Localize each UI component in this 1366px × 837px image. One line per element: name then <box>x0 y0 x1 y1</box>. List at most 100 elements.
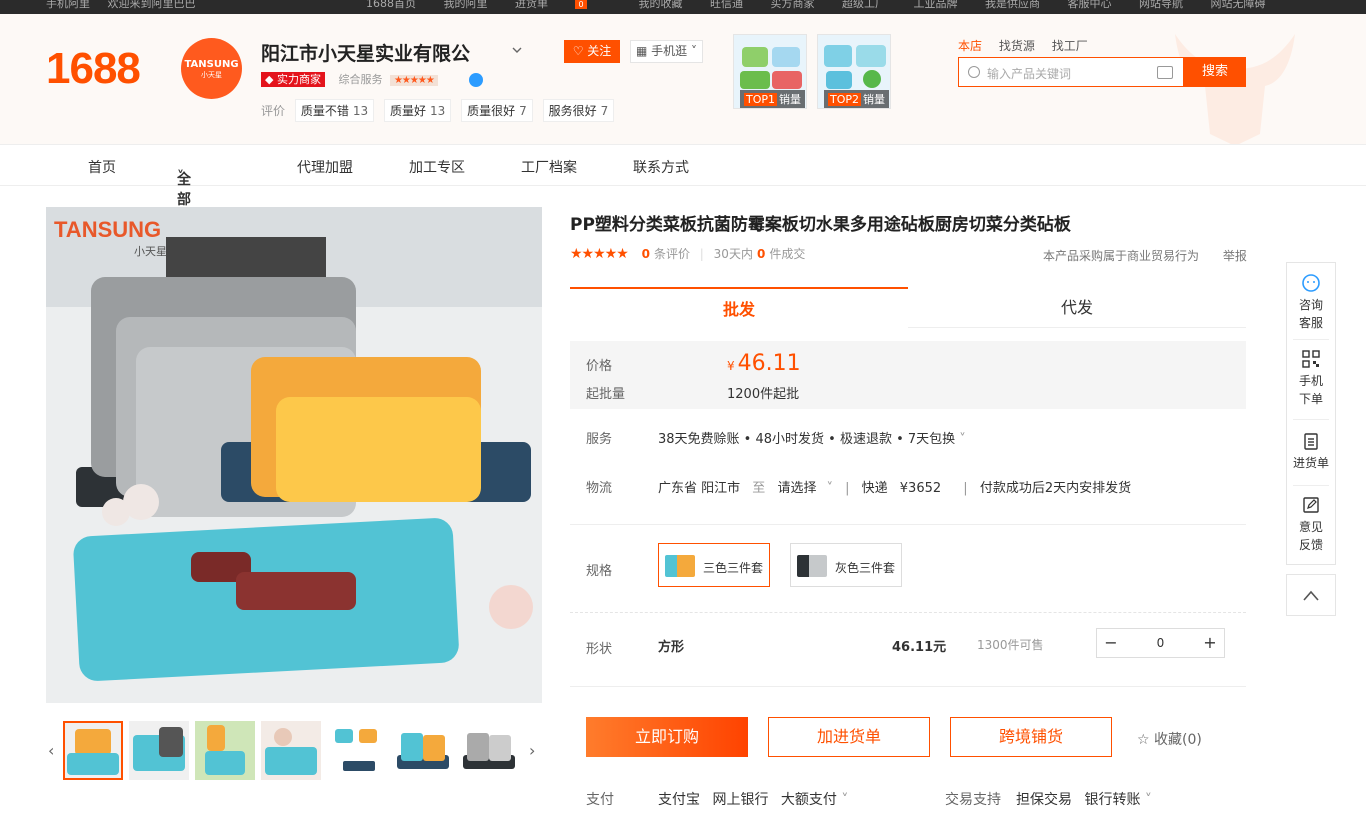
sidebar-cart[interactable]: 进货单 <box>1287 431 1335 472</box>
decrement-button[interactable]: − <box>1097 629 1125 657</box>
top-text: 销量 <box>779 93 802 106</box>
thumbnail[interactable] <box>459 721 519 780</box>
top-product-1[interactable]: TOP1 销量 <box>733 34 807 109</box>
sidebar-customer-service[interactable]: 咨询 客服 <box>1287 273 1335 332</box>
chevron-down-icon: ˅ <box>177 169 184 185</box>
section-divider <box>570 612 1246 613</box>
top-nav-service[interactable]: 客服中心 <box>1068 0 1112 11</box>
search-scope-tabs: 本店 找货源 找工厂 <box>958 37 1101 54</box>
avatar-brand: TANSUNG <box>184 59 239 70</box>
top-nav-factory[interactable]: 超级工厂 <box>842 0 886 11</box>
thumbnail[interactable] <box>195 721 255 780</box>
top-nav-brand[interactable]: 工业品牌 <box>914 0 958 11</box>
top-nav-supplier[interactable]: 我是供应商 <box>985 0 1040 11</box>
increment-button[interactable]: + <box>1196 629 1224 657</box>
nav-agency[interactable]: 代理加盟 <box>297 157 353 177</box>
top-nav-sitemap[interactable]: 网站导航 <box>1139 0 1183 11</box>
thumbnail[interactable] <box>261 721 321 780</box>
rating-tag[interactable]: 质量很好 7 <box>461 99 533 122</box>
service-score-label: 综合服务 <box>338 73 383 86</box>
back-to-top-button[interactable] <box>1286 574 1336 616</box>
chevron-right-icon[interactable]: › <box>529 741 535 760</box>
review-count[interactable]: 0 <box>642 247 650 261</box>
sidebar-feedback[interactable]: 意见 反馈 <box>1287 495 1335 554</box>
company-name[interactable]: 阳江市小天星实业有限公 <box>261 39 470 66</box>
camera-icon[interactable] <box>1157 66 1173 79</box>
search-tab-factory[interactable]: 找工厂 <box>1052 39 1088 53</box>
search-icon <box>968 66 980 78</box>
search-tab-source[interactable]: 找货源 <box>999 39 1035 53</box>
currency-symbol: ¥ <box>727 359 735 373</box>
chevron-down-icon: ˅ <box>826 481 833 496</box>
top-nav-my-alibaba[interactable]: 我的阿里 <box>444 0 488 11</box>
sidebar-label: 反馈 <box>1298 538 1323 552</box>
top-product-label: TOP2 销量 <box>824 90 890 108</box>
product-main-image[interactable]: TANSUNG 小天星 <box>46 207 542 703</box>
nav-contact[interactable]: 联系方式 <box>633 157 689 177</box>
follow-button[interactable]: ♡ 关注 <box>564 40 620 63</box>
business-note: 本产品采购属于商业贸易行为 <box>1043 249 1200 263</box>
rating-tag[interactable]: 质量好 13 <box>383 99 452 122</box>
chevron-down-icon: ˅ <box>836 792 849 808</box>
chevron-left-icon[interactable]: ‹ <box>48 741 54 760</box>
trade-method-transfer[interactable]: 银行转账 ˅ <box>1084 792 1151 808</box>
report-link[interactable]: 举报 <box>1223 249 1247 263</box>
info-icon[interactable] <box>469 73 484 87</box>
trade-method: 担保交易 <box>1016 792 1072 808</box>
mobile-alibaba-link[interactable]: 手机阿里 <box>46 0 90 10</box>
sidebar-mobile-order[interactable]: 手机 下单 <box>1287 349 1335 408</box>
sidebar-divider <box>1293 339 1329 340</box>
cross-border-button[interactable]: 跨境铺货 <box>950 717 1112 757</box>
thumbnail[interactable] <box>129 721 189 780</box>
destination-select[interactable]: 请选择 ˅ <box>777 481 833 496</box>
store-avatar[interactable]: TANSUNG 小天星 <box>181 38 242 99</box>
top-product-2[interactable]: TOP2 销量 <box>817 34 891 109</box>
service-list[interactable]: 38天免费赊账 • 48小时发货 • 极速退款 • 7天包换 ˅ <box>658 428 966 447</box>
top-bar-left: 手机阿里 欢迎来到阿里巴巴 <box>46 0 210 11</box>
search-tab-store[interactable]: 本店 <box>958 39 982 53</box>
mobile-browse-button[interactable]: ▦ 手机逛 ˅ <box>630 40 703 63</box>
tab-wholesale[interactable]: 批发 <box>570 287 908 328</box>
rating-tag[interactable]: 服务很好 7 <box>542 99 615 122</box>
deal-prefix: 30天内 <box>713 247 753 261</box>
chevron-up-icon <box>1303 590 1319 601</box>
top-text: 销量 <box>863 93 886 106</box>
top-nav-accessibility[interactable]: 网站无障碍 <box>1211 0 1266 11</box>
favorite-button[interactable]: ☆ 收藏(0) <box>1137 729 1202 749</box>
express-label: 快递 <box>861 481 888 496</box>
chevron-down-icon[interactable] <box>511 44 523 56</box>
top-nav-buyer[interactable]: 买方商家 <box>771 0 815 11</box>
rating-tag[interactable]: 质量不错 13 <box>294 99 375 122</box>
top-nav-wangxin[interactable]: 旺信通 <box>710 0 743 11</box>
search-button[interactable]: 搜索 <box>1184 57 1246 87</box>
pay-method-large[interactable]: 大额支付 ˅ <box>781 792 848 808</box>
thumbnail[interactable] <box>393 721 453 780</box>
nav-processing[interactable]: 加工专区 <box>409 157 465 177</box>
thumbnail[interactable] <box>63 721 123 780</box>
service-stars: ★★★★★ <box>389 75 438 86</box>
quantity-stepper: − 0 + <box>1096 628 1225 658</box>
service-text: 38天免费赊账 • 48小时发货 • 极速退款 • 7天包换 <box>658 432 956 447</box>
tab-dropship[interactable]: 代发 <box>908 287 1246 328</box>
top-nav-home[interactable]: 1688首页 <box>366 0 416 11</box>
logistics-info: 广东省 阳江市 至 请选择 ˅ | 快递 ¥3652 | 付款成功后2天内安排发货 <box>658 477 1131 496</box>
thumbnail[interactable] <box>327 721 387 780</box>
chat-icon <box>1302 274 1320 292</box>
chevron-down-icon: ˅ <box>687 44 697 58</box>
price-amount: 46.11 <box>737 351 801 376</box>
sidebar-label: 手机 <box>1298 374 1323 388</box>
spec-option-tricolor[interactable]: 三色三件套 <box>658 543 770 587</box>
search-input[interactable]: 输入产品关键词 <box>958 57 1184 87</box>
chevron-down-icon: ˅ <box>955 432 966 447</box>
buy-now-button[interactable]: 立即订购 <box>586 717 748 757</box>
sidebar-divider <box>1293 419 1329 420</box>
quantity-input[interactable]: 0 <box>1125 629 1196 657</box>
rating-tag-count: 13 <box>429 104 446 118</box>
top-nav-favorites[interactable]: 我的收藏 <box>639 0 683 11</box>
spec-option-gray[interactable]: 灰色三件套 <box>790 543 902 587</box>
top-nav-cart[interactable]: 进货单 0 <box>515 0 611 11</box>
add-to-cart-button[interactable]: 加进货单 <box>768 717 930 757</box>
site-logo[interactable]: 1688 <box>46 44 141 94</box>
nav-factory-profile[interactable]: 工厂档案 <box>521 157 577 177</box>
nav-home[interactable]: 首页 <box>88 157 116 177</box>
